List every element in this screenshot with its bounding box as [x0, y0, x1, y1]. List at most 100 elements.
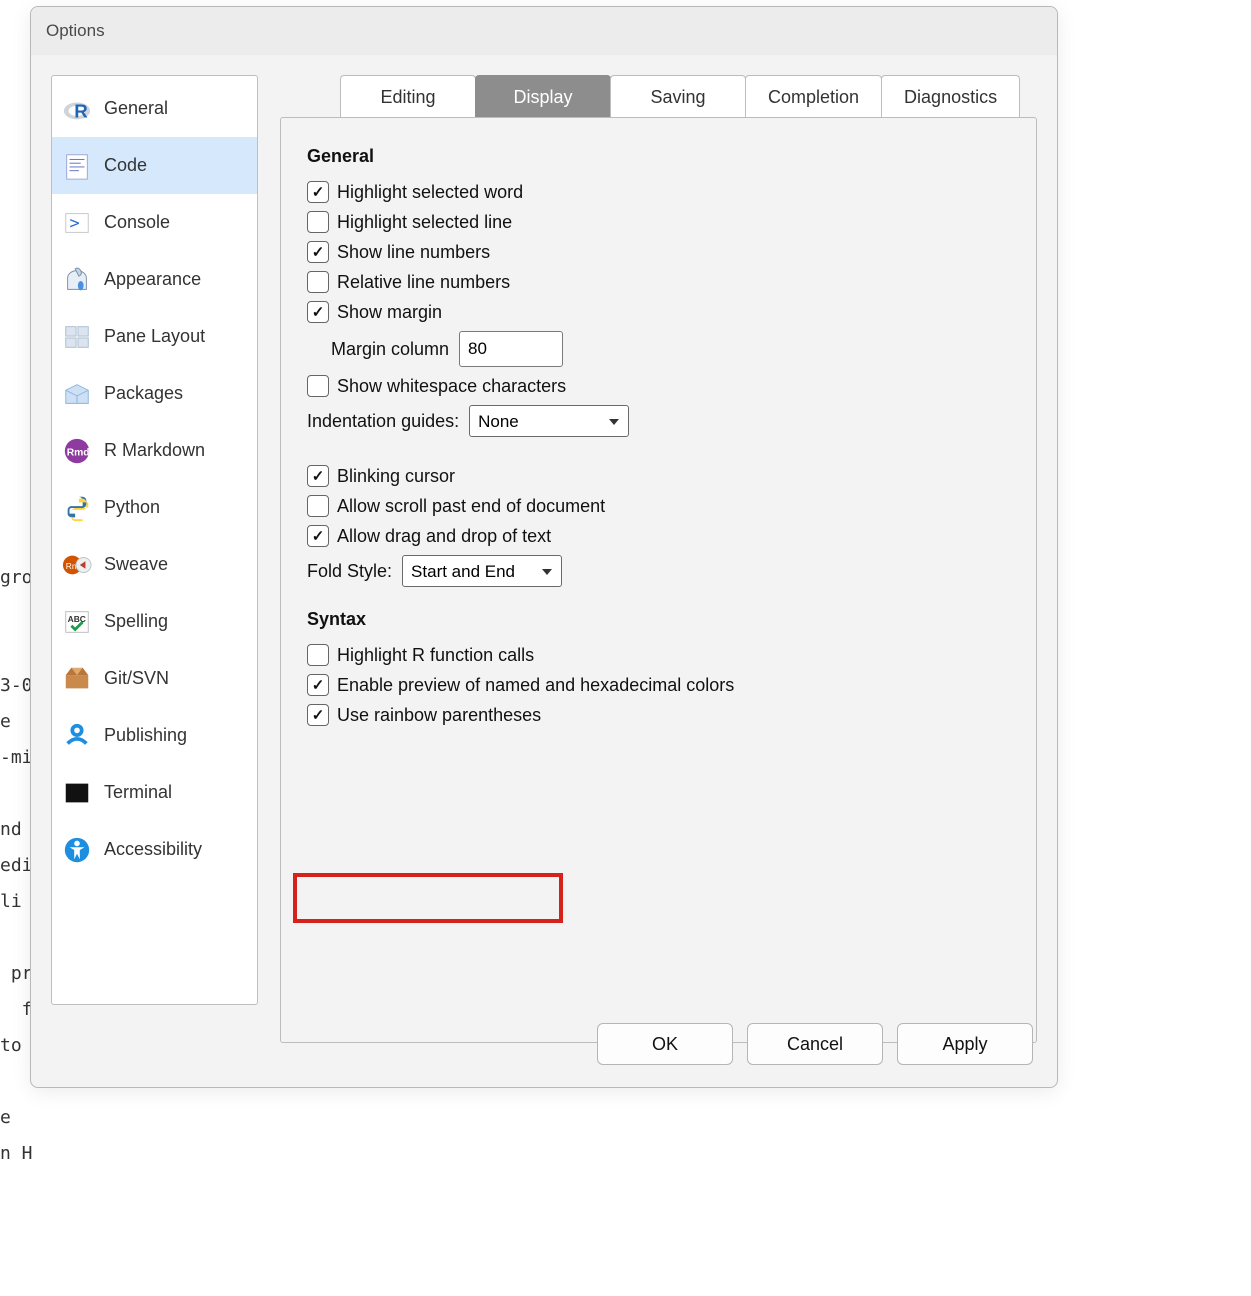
section-heading-syntax: Syntax — [307, 609, 1010, 630]
ok-button[interactable]: OK — [597, 1023, 733, 1065]
fold-style-label: Fold Style: — [307, 561, 392, 582]
checkbox-show-whitespace[interactable] — [307, 375, 329, 397]
option-label: Show margin — [337, 302, 442, 323]
option-label: Show line numbers — [337, 242, 490, 263]
fold-style-select[interactable]: Start and End — [402, 555, 562, 587]
panes-icon — [62, 322, 92, 352]
checkbox-show-line-numbers[interactable] — [307, 241, 329, 263]
spellcheck-icon: ABC — [62, 607, 92, 637]
sidebar-item-label: Console — [104, 212, 170, 233]
option-label: Allow drag and drop of text — [337, 526, 551, 547]
sidebar-item-label: Spelling — [104, 611, 168, 632]
sidebar-item-terminal[interactable]: Terminal — [52, 764, 257, 821]
sidebar-item-label: Sweave — [104, 554, 168, 575]
button-label: OK — [652, 1034, 678, 1055]
sidebar-item-label: Python — [104, 497, 160, 518]
sidebar-item-code[interactable]: Code — [52, 137, 257, 194]
option-label: Highlight R function calls — [337, 645, 534, 666]
background-code-fragment: gro 3-0 e -mi nd edi li pr f to e n H — [0, 560, 33, 1172]
option-label: Show whitespace characters — [337, 376, 566, 397]
section-heading-general: General — [307, 146, 1010, 167]
sidebar-item-label: Packages — [104, 383, 183, 404]
tab-diagnostics[interactable]: Diagnostics — [881, 75, 1020, 118]
sidebar-item-publishing[interactable]: Publishing — [52, 707, 257, 764]
indentation-guides-label: Indentation guides: — [307, 411, 459, 432]
option-label: Allow scroll past end of document — [337, 496, 605, 517]
tab-label: Display — [513, 87, 572, 108]
svg-text:Rmd: Rmd — [67, 447, 90, 458]
sidebar-item-label: Terminal — [104, 782, 172, 803]
sidebar-item-label: Appearance — [104, 269, 201, 290]
option-label: Relative line numbers — [337, 272, 510, 293]
sidebar-item-label: Accessibility — [104, 839, 202, 860]
rmd-icon: Rmd — [62, 436, 92, 466]
tab-label: Editing — [380, 87, 435, 108]
display-options-panel: General Highlight selected word Highligh… — [280, 117, 1037, 1043]
option-label: Use rainbow parentheses — [337, 705, 541, 726]
options-dialog: Options R General Code — [30, 6, 1058, 1088]
checkbox-highlight-r-calls[interactable] — [307, 644, 329, 666]
sidebar-item-label: Code — [104, 155, 147, 176]
sidebar-item-packages[interactable]: Packages — [52, 365, 257, 422]
checkbox-preview-colors[interactable] — [307, 674, 329, 696]
indentation-guides-select[interactable]: None — [469, 405, 629, 437]
options-sidebar: R General Code > Console — [51, 75, 258, 1005]
publish-icon — [62, 721, 92, 751]
sidebar-item-label: Pane Layout — [104, 326, 205, 347]
tab-label: Completion — [768, 87, 859, 108]
sidebar-item-console[interactable]: > Console — [52, 194, 257, 251]
terminal-icon — [62, 778, 92, 808]
tab-completion[interactable]: Completion — [745, 75, 882, 118]
sidebar-item-label: General — [104, 98, 168, 119]
sweave-icon: Rnw — [62, 550, 92, 580]
svg-text:>: > — [70, 212, 80, 232]
checkbox-blinking-cursor[interactable] — [307, 465, 329, 487]
option-label: Highlight selected word — [337, 182, 523, 203]
checkbox-relative-line-numbers[interactable] — [307, 271, 329, 293]
prompt-icon: > — [62, 208, 92, 238]
margin-column-label: Margin column — [331, 339, 449, 360]
apply-button[interactable]: Apply — [897, 1023, 1033, 1065]
sidebar-item-general[interactable]: R General — [52, 80, 257, 137]
sidebar-item-sweave[interactable]: Rnw Sweave — [52, 536, 257, 593]
svg-text:R: R — [74, 100, 88, 121]
sidebar-item-python[interactable]: Python — [52, 479, 257, 536]
checkbox-show-margin[interactable] — [307, 301, 329, 323]
dialog-title: Options — [46, 21, 105, 41]
sidebar-item-accessibility[interactable]: Accessibility — [52, 821, 257, 878]
sidebar-item-rmarkdown[interactable]: Rmd R Markdown — [52, 422, 257, 479]
sidebar-item-appearance[interactable]: Appearance — [52, 251, 257, 308]
cardboard-box-icon — [62, 664, 92, 694]
sidebar-item-pane-layout[interactable]: Pane Layout — [52, 308, 257, 365]
checkbox-drag-drop-text[interactable] — [307, 525, 329, 547]
checkbox-highlight-selected-word[interactable] — [307, 181, 329, 203]
checkbox-highlight-selected-line[interactable] — [307, 211, 329, 233]
checkbox-rainbow-parentheses[interactable] — [307, 704, 329, 726]
tab-label: Diagnostics — [904, 87, 997, 108]
margin-column-input[interactable] — [459, 331, 563, 367]
sidebar-item-spelling[interactable]: ABC Spelling — [52, 593, 257, 650]
r-logo-icon: R — [62, 94, 92, 124]
sidebar-item-label: Publishing — [104, 725, 187, 746]
tab-display[interactable]: Display — [475, 75, 611, 118]
tab-saving[interactable]: Saving — [610, 75, 746, 118]
callout-highlight-box — [293, 873, 563, 923]
button-label: Cancel — [787, 1034, 843, 1055]
svg-text:ABC: ABC — [68, 614, 86, 624]
button-label: Apply — [942, 1034, 987, 1055]
tab-editing[interactable]: Editing — [340, 75, 476, 118]
package-box-icon — [62, 379, 92, 409]
tab-label: Saving — [650, 87, 705, 108]
option-label: Blinking cursor — [337, 466, 455, 487]
sidebar-item-label: Git/SVN — [104, 668, 169, 689]
cancel-button[interactable]: Cancel — [747, 1023, 883, 1065]
checkbox-scroll-past-end[interactable] — [307, 495, 329, 517]
paint-bucket-icon — [62, 265, 92, 295]
sidebar-item-git-svn[interactable]: Git/SVN — [52, 650, 257, 707]
option-label: Enable preview of named and hexadecimal … — [337, 675, 734, 696]
python-icon — [62, 493, 92, 523]
code-options-tabs: Editing Display Saving Completion Diagno… — [340, 75, 1037, 118]
accessibility-icon — [62, 835, 92, 865]
sidebar-item-label: R Markdown — [104, 440, 205, 461]
dialog-titlebar: Options — [31, 7, 1057, 55]
